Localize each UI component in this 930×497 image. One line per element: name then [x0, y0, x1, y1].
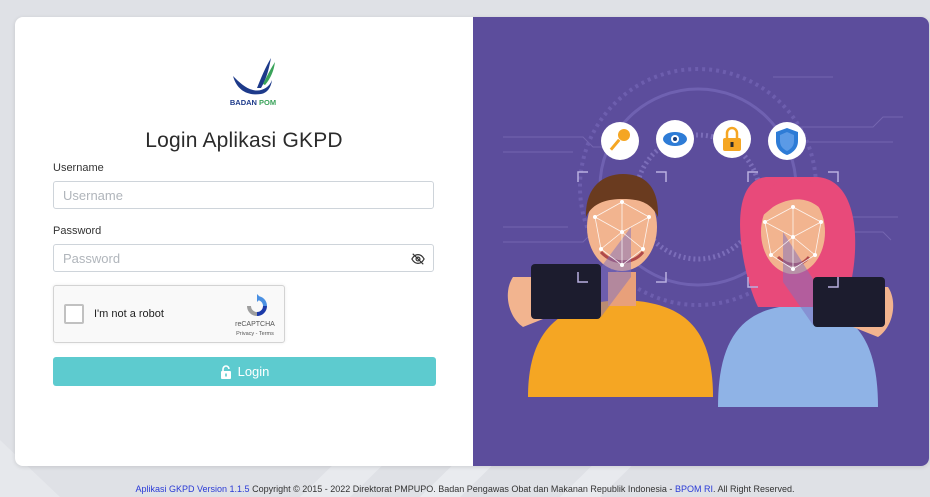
recaptcha-brand: reCAPTCHA [235, 321, 275, 328]
version-link[interactable]: Aplikasi GKPD Version 1.1.5 [136, 484, 250, 494]
rights-text: . All Right Reserved. [712, 484, 795, 494]
recaptcha-label: I'm not a robot [94, 308, 164, 320]
password-input[interactable] [54, 245, 402, 271]
bpom-link[interactable]: BPOM RI [675, 484, 713, 494]
password-label: Password [53, 225, 102, 237]
username-field-wrapper [53, 181, 434, 209]
login-card: BADAN POM Login Aplikasi GKPD Username P… [15, 17, 929, 466]
username-label: Username [53, 162, 104, 174]
eye-slash-icon[interactable] [411, 252, 425, 266]
username-input[interactable] [54, 182, 402, 208]
recaptcha-widget: I'm not a robot reCAPTCHA Privacy - Term… [53, 285, 285, 343]
footer: Aplikasi GKPD Version 1.1.5 Copyright © … [0, 484, 930, 494]
unlock-icon [220, 364, 231, 379]
recaptcha-links[interactable]: Privacy - Terms [226, 331, 284, 337]
password-field-wrapper [53, 244, 434, 272]
illustration-panel [473, 17, 929, 466]
copyright-text: Copyright © 2015 - 2022 Direktorat PMPUP… [249, 484, 675, 494]
recaptcha-icon [247, 294, 267, 316]
login-button-label: Login [237, 364, 270, 379]
badan-pom-logo: BADAN POM [230, 58, 276, 106]
face-recognition-illustration [503, 67, 903, 407]
page-title: Login Aplikasi GKPD [145, 129, 343, 152]
recaptcha-checkbox[interactable] [64, 304, 84, 324]
svg-text:BADAN POM: BADAN POM [230, 98, 276, 106]
login-panel: BADAN POM Login Aplikasi GKPD Username P… [15, 17, 473, 466]
login-button[interactable]: Login [53, 357, 436, 386]
